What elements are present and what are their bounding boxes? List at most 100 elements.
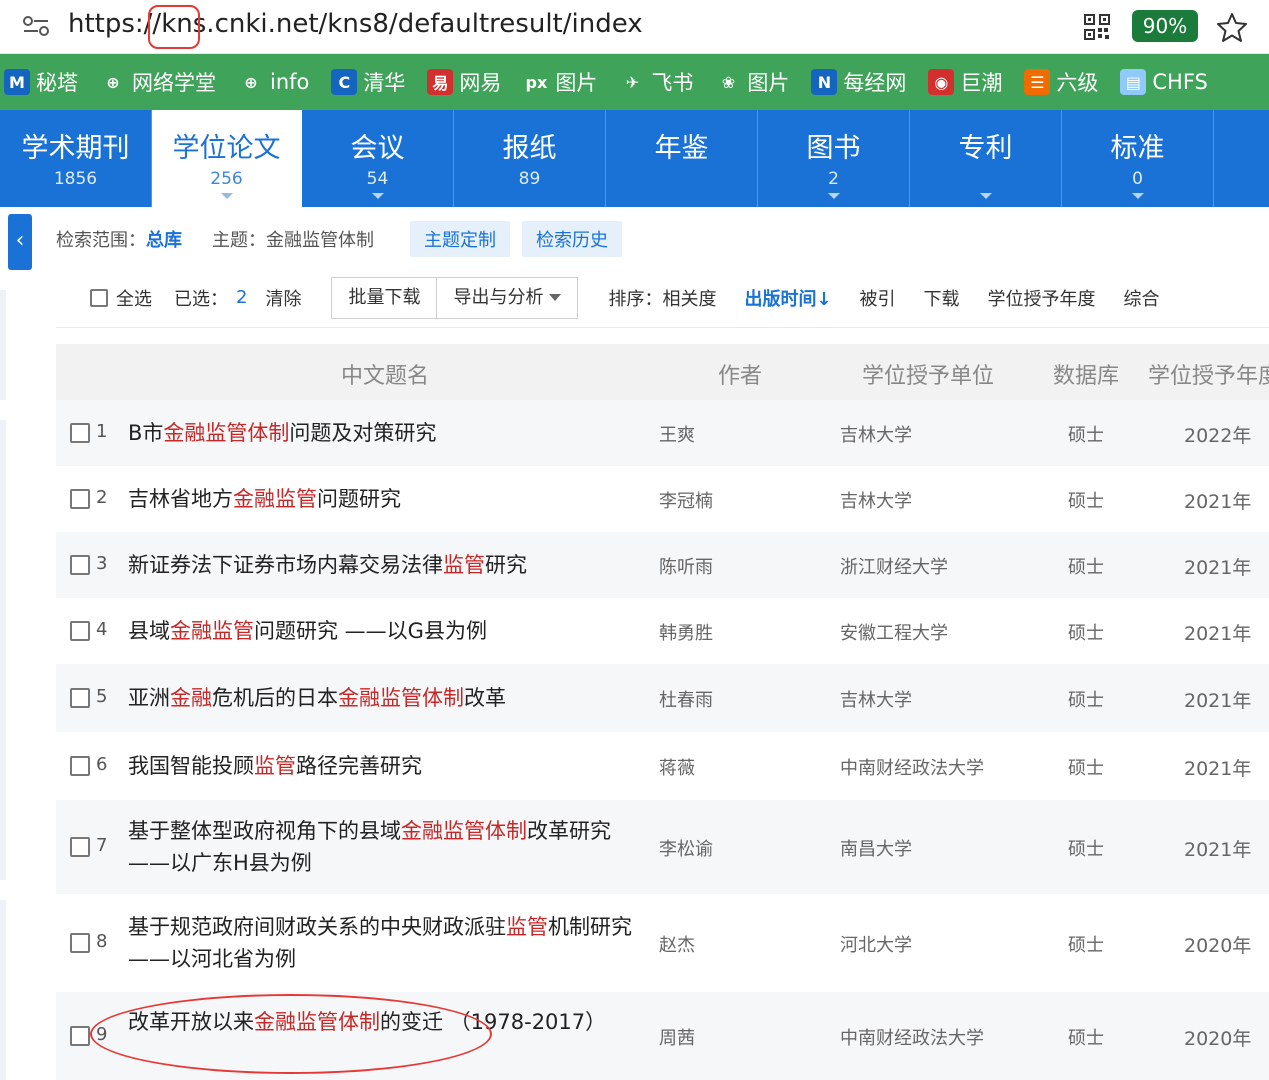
result-author-link[interactable]: 韩勇胜 — [659, 619, 713, 645]
row-number: 7 — [96, 835, 108, 856]
batch-download-button[interactable]: 批量下载 — [332, 277, 438, 318]
result-author-link[interactable]: 蒋薇 — [659, 754, 695, 780]
result-title-link[interactable]: 基于规范政府间财政关系的中央财政派驻监管机制研究 ——以河北省为例 — [128, 911, 648, 975]
bookmark-item[interactable]: ⊕ 网络学堂 — [100, 67, 216, 97]
table-row[interactable]: 4 县域金融监管问题研究 ——以G县为例 韩勇胜 安徽工程大学 硕士 2021年 — [56, 598, 1269, 664]
result-title-link[interactable]: 我国智能投顾监管路径完善研究 — [128, 750, 648, 782]
bookmark-item[interactable]: ◉ 巨潮 — [928, 67, 1002, 97]
chevron-down-icon[interactable] — [979, 193, 992, 199]
bookmark-item[interactable]: ⊕ info — [238, 69, 309, 95]
tab-1[interactable]: 学位论文 256 — [152, 110, 302, 207]
collapse-sidebar-button[interactable]: ‹ — [8, 214, 32, 270]
chevron-down-icon[interactable] — [827, 193, 840, 199]
topic-customize-button[interactable]: 主题定制 — [410, 221, 510, 257]
bookmark-item[interactable]: C 清华 — [331, 67, 405, 97]
table-row[interactable]: 2 吉林省地方金融监管问题研究 李冠楠 吉林大学 硕士 2021年 — [56, 466, 1269, 532]
result-unit-link[interactable]: 河北大学 — [840, 931, 912, 957]
result-unit-link[interactable]: 中南财经政法大学 — [840, 1024, 984, 1050]
row-checkbox[interactable] — [70, 423, 90, 443]
table-row[interactable]: 3 新证券法下证券市场内幕交易法律监管研究 陈听雨 浙江财经大学 硕士 2021年 — [56, 532, 1269, 598]
table-row[interactable]: 8 基于规范政府间财政关系的中央财政派驻监管机制研究 ——以河北省为例 赵杰 河北大学… — [56, 894, 1269, 992]
result-unit-link[interactable]: 吉林大学 — [840, 487, 912, 513]
result-title-link[interactable]: 基于整体型政府视角下的县域金融监管体制改革研究 ——以广东H县为例 — [128, 815, 648, 879]
result-unit-link[interactable]: 安徽工程大学 — [840, 619, 948, 645]
result-author-link[interactable]: 杜春雨 — [659, 686, 713, 712]
scope-value[interactable]: 总库 — [146, 226, 182, 252]
result-title-link[interactable]: B市金融监管体制问题及对策研究 — [128, 417, 648, 449]
address-bar[interactable]: https://kns.cnki.net/kns8/defaultresult/… — [0, 0, 1269, 54]
bookmark-label: 图片 — [747, 71, 790, 95]
tab-0[interactable]: 学术期刊 1856 — [0, 110, 152, 207]
bookmark-item[interactable]: ▤ CHFS — [1120, 69, 1208, 95]
result-unit-link[interactable]: 吉林大学 — [840, 421, 912, 447]
row-checkbox[interactable] — [70, 621, 90, 641]
col-header-year[interactable]: 学位授予年度 — [1148, 358, 1269, 390]
site-info-icon[interactable] — [22, 14, 50, 38]
result-unit-link[interactable]: 南昌大学 — [840, 835, 912, 861]
result-title-link[interactable]: 亚洲金融危机后的日本金融监管体制改革 — [128, 682, 648, 714]
tab-4[interactable]: 年鉴 — [606, 110, 758, 207]
tab-6[interactable]: 专利 — [910, 110, 1062, 207]
title-keyword-highlight: 监管 — [443, 553, 485, 577]
search-history-button[interactable]: 检索历史 — [522, 221, 622, 257]
qr-code-icon[interactable] — [1084, 14, 1110, 40]
zoom-level-badge[interactable]: 90% — [1132, 10, 1198, 42]
result-author-link[interactable]: 周茜 — [659, 1024, 695, 1050]
bookmark-item[interactable]: px 图片 — [523, 67, 598, 97]
result-author-link[interactable]: 陈听雨 — [659, 553, 713, 579]
bookmark-item[interactable]: N 每经网 — [811, 67, 906, 97]
bookmark-star-icon[interactable] — [1216, 12, 1248, 42]
row-checkbox[interactable] — [70, 837, 90, 857]
clear-selection-link[interactable]: 清除 — [265, 285, 301, 311]
sort-option[interactable]: 综合 — [1124, 289, 1160, 310]
result-author-link[interactable]: 王爽 — [659, 421, 695, 447]
result-unit-link[interactable]: 浙江财经大学 — [840, 553, 948, 579]
tab-5[interactable]: 图书 2 — [758, 110, 910, 207]
export-analysis-button[interactable]: 导出与分析 — [437, 278, 577, 318]
result-title-link[interactable]: 吉林省地方金融监管问题研究 — [128, 483, 648, 515]
table-row[interactable]: 7 基于整体型政府视角下的县域金融监管体制改革研究 ——以广东H县为例 李松谕 南昌大… — [56, 800, 1269, 894]
col-header-database[interactable]: 数据库 — [1053, 358, 1119, 390]
tab-2[interactable]: 会议 54 — [302, 110, 454, 207]
row-checkbox[interactable] — [70, 1026, 90, 1046]
result-unit-link[interactable]: 吉林大学 — [840, 686, 912, 712]
sort-option[interactable]: 学位授予年度 — [988, 289, 1096, 310]
chevron-down-icon[interactable] — [1131, 193, 1144, 199]
sort-option[interactable]: 被引 — [860, 289, 896, 310]
row-checkbox[interactable] — [70, 933, 90, 953]
row-checkbox[interactable] — [70, 688, 90, 708]
result-title-link[interactable]: 新证券法下证券市场内幕交易法律监管研究 — [128, 549, 648, 581]
sort-option[interactable]: 出版时间↓ — [744, 289, 831, 310]
row-checkbox[interactable] — [70, 756, 90, 776]
result-author-link[interactable]: 李松谕 — [659, 835, 713, 861]
bookmark-item[interactable]: 易网易 — [427, 67, 501, 97]
row-checkbox[interactable] — [70, 555, 90, 575]
select-all-checkbox[interactable] — [90, 288, 108, 307]
result-unit-link[interactable]: 中南财经政法大学 — [840, 754, 984, 780]
table-row[interactable]: 1 B市金融监管体制问题及对策研究 王爽 吉林大学 硕士 2022年 — [56, 400, 1269, 466]
bookmark-item[interactable]: ✈ 飞书 — [619, 67, 694, 97]
left-rail — [0, 290, 6, 400]
bookmark-item[interactable]: ☰ 六级 — [1024, 67, 1098, 97]
result-author-link[interactable]: 李冠楠 — [659, 487, 713, 513]
row-checkbox[interactable] — [70, 489, 90, 509]
table-row[interactable]: 9 改革开放以来金融监管体制的变迁 （1978-2017） 周茜 中南财经政法大学 硕士… — [56, 992, 1269, 1080]
bookmark-item[interactable]: ❀ 图片 — [715, 67, 790, 97]
title-keyword-highlight: 金融监管 — [170, 619, 254, 643]
sort-option[interactable]: 下载 — [924, 289, 960, 310]
table-row[interactable]: 6 我国智能投顾监管路径完善研究 蒋薇 中南财经政法大学 硕士 2021年 — [56, 732, 1269, 800]
tab-3[interactable]: 报纸 89 — [454, 110, 606, 207]
select-all-label[interactable]: 全选 — [116, 285, 152, 311]
result-title-link[interactable]: 改革开放以来金融监管体制的变迁 （1978-2017） — [128, 1006, 648, 1038]
col-header-author[interactable]: 作者 — [718, 358, 762, 390]
chevron-down-icon[interactable] — [220, 193, 233, 199]
col-header-title[interactable]: 中文题名 — [341, 358, 429, 390]
result-author-link[interactable]: 赵杰 — [659, 931, 695, 957]
sort-option[interactable]: 相关度 — [662, 289, 716, 310]
tab-7[interactable]: 标准 0 — [1062, 110, 1214, 207]
chevron-down-icon[interactable] — [371, 193, 384, 199]
bookmark-item[interactable]: M 秘塔 — [4, 67, 78, 97]
col-header-unit[interactable]: 学位授予单位 — [862, 358, 994, 390]
result-title-link[interactable]: 县域金融监管问题研究 ——以G县为例 — [128, 615, 648, 647]
table-row[interactable]: 5 亚洲金融危机后的日本金融监管体制改革 杜春雨 吉林大学 硕士 2021年 — [56, 664, 1269, 732]
